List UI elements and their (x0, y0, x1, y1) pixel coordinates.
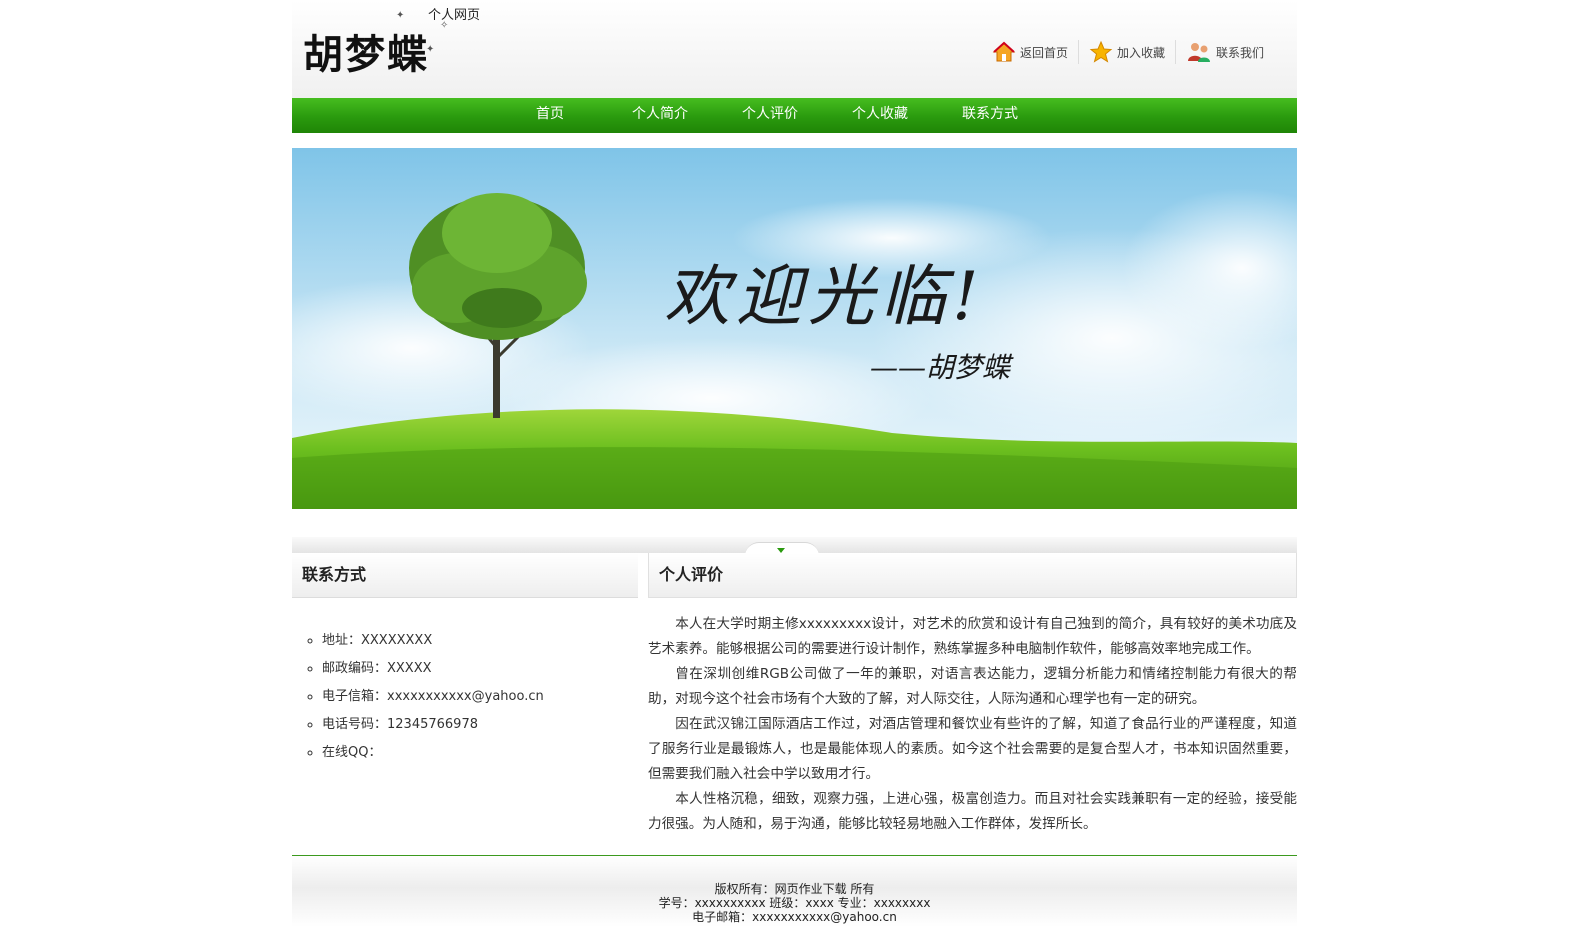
nav-item-home[interactable]: 首页 (495, 98, 605, 131)
contact-panel-title: 联系方式 (292, 553, 638, 598)
butterfly-icon: ✦ (426, 44, 435, 55)
banner-signature: ——胡梦蝶 (870, 351, 1011, 384)
footer-copyright-link[interactable]: 网页作业下载 (775, 882, 847, 896)
review-text: 本人在大学时期主修xxxxxxxxx设计，对艺术的欣赏和设计有自己独到的简介，具… (648, 612, 1297, 837)
users-icon (1188, 43, 1211, 62)
review-panel-title: 个人评价 (648, 553, 1297, 598)
nav-item-contact[interactable]: 联系方式 (935, 98, 1045, 131)
top-links: 返回首页 加入收藏 联系我们 (982, 40, 1302, 64)
footer-student-info: 学号：xxxxxxxxxx 班级：xxxx 专业：xxxxxxxx (658, 896, 931, 910)
contact-postcode: 邮政编码：XXXXX (322, 655, 544, 683)
review-paragraph: 本人在大学时期主修xxxxxxxxx设计，对艺术的欣赏和设计有自己独到的简介，具… (648, 616, 1297, 657)
home-icon (992, 41, 1016, 62)
footer-email: 电子邮箱：xxxxxxxxxxx@yahoo.cn (692, 910, 897, 924)
star-icon (1089, 40, 1113, 63)
review-paragraph: 本人性格沉稳，细致，观察力强，上进心强，极富创造力。而且对社会实践兼职有一定的经… (648, 791, 1297, 832)
footer-copyright-suffix: 所有 (846, 882, 875, 896)
site-footer: 版权所有：网页作业下载 所有 学号：xxxxxxxxxx 班级：xxxx 专业：… (292, 855, 1297, 927)
contact-email: 电子信箱：xxxxxxxxxxx@yahoo.cn (322, 683, 544, 711)
banner-welcome-text: 欢迎光临! (664, 258, 985, 335)
contact-list: 地址：XXXXXXXX 邮政编码：XXXXX 电子信箱：xxxxxxxxxxx@… (322, 627, 544, 767)
contact-us-link-label: 联系我们 (1216, 45, 1265, 60)
nav-item-review[interactable]: 个人评价 (715, 98, 825, 131)
contact-us-link[interactable]: 联系我们 (1176, 40, 1302, 64)
home-link[interactable]: 返回首页 (982, 40, 1080, 64)
butterfly-icon: ✧ (440, 20, 449, 31)
nav-item-collection[interactable]: 个人收藏 (825, 98, 935, 131)
nav-item-profile[interactable]: 个人简介 (605, 98, 715, 131)
contact-phone: 电话号码：12345766978 (322, 711, 544, 739)
site-subtitle: 个人网页 (428, 8, 481, 23)
site-logo-text[interactable]: 胡梦蝶 (303, 22, 429, 80)
welcome-banner: 欢迎光临! ——胡梦蝶 (292, 148, 1297, 509)
main-nav: 首页 个人简介 个人评价 个人收藏 联系方式 (292, 98, 1297, 133)
favorite-link[interactable]: 加入收藏 (1079, 40, 1177, 64)
home-link-label: 返回首页 (1020, 45, 1069, 60)
contact-address: 地址：XXXXXXXX (322, 627, 544, 655)
butterfly-icon: ✦ (396, 10, 405, 21)
footer-copyright-prefix: 版权所有： (714, 882, 775, 896)
contact-qq: 在线QQ： (322, 739, 544, 767)
review-paragraph: 因在武汉锦江国际酒店工作过，对酒店管理和餐饮业有些许的了解，知道了食品行业的严谨… (648, 716, 1297, 782)
review-paragraph: 曾在深圳创维RGB公司做了一年的兼职，对语言表达能力，逻辑分析能力和情绪控制能力… (648, 666, 1297, 707)
favorite-link-label: 加入收藏 (1117, 45, 1166, 60)
footer-copyright: 版权所有：网页作业下载 所有 (292, 882, 1297, 896)
